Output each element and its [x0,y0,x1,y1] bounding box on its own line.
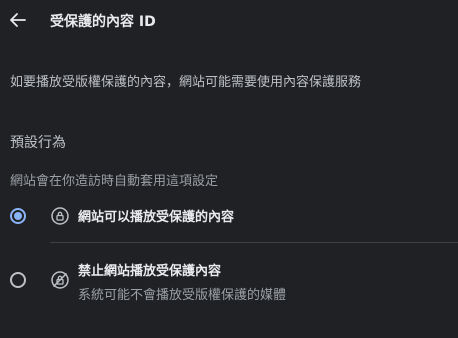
arrow-back-icon [10,13,26,27]
option-sublabel: 系統可能不會播放受版權保護的媒體 [78,288,287,303]
option-label: 網站可以播放受保護的內容 [78,210,235,225]
option-allow-protected-content[interactable]: 網站可以播放受保護的內容 [0,200,458,234]
protected-content-icon [50,206,70,226]
option-block-protected-content[interactable]: 禁止網站播放受保護內容 系統可能不會播放受版權保護的媒體 [0,256,458,304]
radio-block[interactable] [10,272,26,288]
section-description: 網站會在你造訪時自動套用這項設定 [10,174,219,189]
section-title: 預設行為 [10,135,66,151]
page-header: 受保護的內容 ID [0,0,458,44]
divider [50,242,458,243]
protected-content-off-icon [50,270,70,290]
radio-allow[interactable] [10,208,26,224]
page-description: 如要播放受版權保護的內容，網站可能需要使用內容保護服務 [10,75,362,90]
page-title: 受保護的內容 ID [50,14,156,30]
back-button[interactable] [6,8,30,32]
option-label: 禁止網站播放受保護內容 [78,264,222,279]
